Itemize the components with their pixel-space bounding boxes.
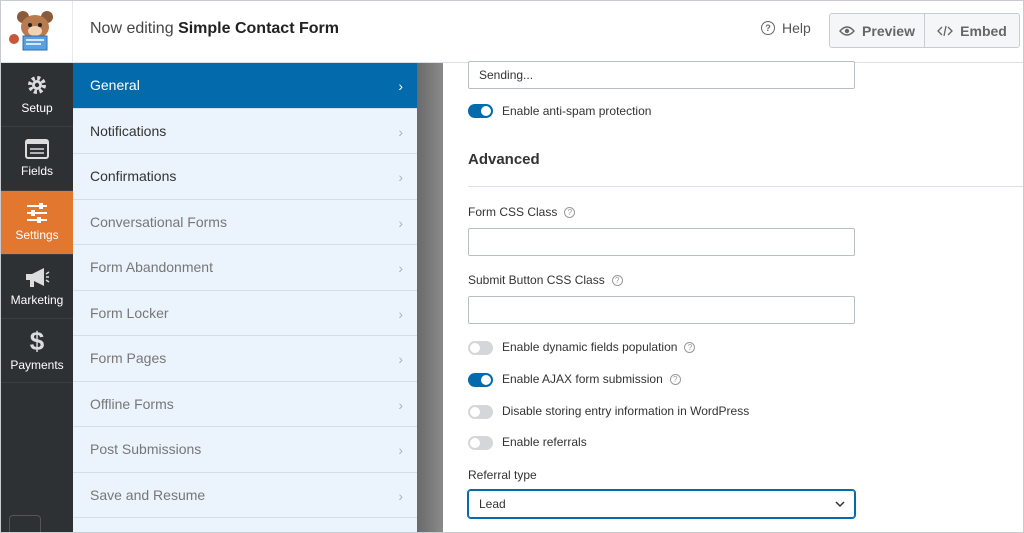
megaphone-icon: [26, 268, 50, 287]
form-css-class-input[interactable]: [468, 228, 855, 256]
settings-item-post-submissions[interactable]: Post Submissions ›: [73, 427, 417, 473]
help-icon[interactable]: ?: [669, 373, 681, 385]
settings-item-notifications[interactable]: Notifications ›: [73, 109, 417, 154]
select-value: Lead: [479, 497, 506, 511]
embed-label: Embed: [960, 22, 1007, 39]
preview-button[interactable]: Preview: [830, 14, 924, 47]
preview-embed-group: Preview Embed: [829, 13, 1020, 48]
settings-item-label: Form Abandonment: [90, 259, 213, 276]
settings-item-label: Form Locker: [90, 304, 169, 321]
panel-gutter: [417, 63, 443, 532]
disable-storing-toggle[interactable]: [468, 405, 493, 419]
eye-icon: [839, 25, 855, 36]
chevron-right-icon: ›: [398, 487, 403, 504]
help-icon[interactable]: ?: [611, 274, 623, 286]
submit-processing-text-input[interactable]: Sending...: [468, 61, 855, 89]
label-text: Submit Button CSS Class: [468, 273, 605, 287]
builder-sidebar: Setup Fields Settings Marketing $ Paymen…: [1, 63, 73, 532]
settings-item-label: Confirmations: [90, 168, 177, 185]
settings-item-label: Post Submissions: [90, 441, 202, 458]
help-label: Help: [782, 20, 811, 36]
top-bar: Now editing Simple Contact Form ? Help P…: [1, 1, 1023, 63]
advanced-heading: Advanced: [468, 151, 540, 168]
sidebar-item-label: Payments: [10, 358, 64, 372]
anti-spam-toggle[interactable]: [468, 104, 493, 118]
sidebar-item-marketing[interactable]: Marketing: [1, 255, 73, 319]
label-text: Form CSS Class: [468, 205, 558, 219]
settings-panel: General › Notifications › Confirmations …: [73, 63, 417, 532]
referral-type-select[interactable]: Lead: [468, 490, 855, 518]
bear-mascot-icon: [9, 11, 53, 51]
question-icon: ?: [761, 21, 775, 35]
help-button[interactable]: ? Help: [761, 20, 811, 36]
help-icon[interactable]: ?: [564, 206, 576, 218]
sliders-icon: [27, 203, 47, 223]
form-name: Simple Contact Form: [178, 20, 339, 37]
ajax-label: Enable AJAX form submission ?: [502, 372, 681, 386]
ajax-toggle[interactable]: [468, 373, 493, 387]
referrals-label: Enable referrals: [502, 435, 587, 449]
dynamic-fields-label: Enable dynamic fields population ?: [502, 340, 696, 354]
referrals-toggle[interactable]: [468, 436, 493, 450]
revisions-icon[interactable]: [9, 515, 41, 532]
sidebar-item-settings[interactable]: Settings: [1, 191, 73, 255]
sidebar-item-label: Marketing: [10, 293, 64, 307]
chevron-right-icon: ›: [398, 214, 403, 231]
settings-item-label: Offline Forms: [90, 395, 174, 412]
gear-icon: [28, 76, 46, 94]
sidebar-item-fields[interactable]: Fields: [1, 127, 73, 191]
dollar-icon: $: [29, 326, 45, 356]
settings-item-form-locker[interactable]: Form Locker ›: [73, 291, 417, 336]
settings-item-label: Form Pages: [90, 350, 167, 367]
sidebar-item-payments[interactable]: $ Payments: [1, 319, 73, 383]
settings-item-form-pages[interactable]: Form Pages ›: [73, 336, 417, 382]
sidebar-item-label: Settings: [15, 228, 59, 242]
anti-spam-label: Enable anti-spam protection: [502, 104, 652, 118]
sidebar-item-label: Fields: [20, 164, 53, 178]
editing-prefix: Now editing: [90, 20, 174, 37]
embed-button[interactable]: Embed: [924, 14, 1019, 47]
chevron-right-icon: ›: [398, 260, 403, 276]
form-css-class-label: Form CSS Class ?: [468, 205, 576, 219]
dynamic-fields-toggle[interactable]: [468, 341, 493, 355]
page-title: Now editing Simple Contact Form: [90, 20, 339, 38]
settings-item-conversational-forms[interactable]: Conversational Forms ›: [73, 200, 417, 245]
settings-item-label: General: [90, 77, 140, 94]
chevron-down-icon: [835, 501, 845, 508]
chevron-right-icon: ›: [398, 351, 403, 367]
form-builder-window: Now editing Simple Contact Form ? Help P…: [0, 0, 1024, 533]
settings-item-general[interactable]: General ›: [73, 63, 417, 109]
settings-item-save-and-resume[interactable]: Save and Resume ›: [73, 473, 417, 518]
settings-item-form-abandonment[interactable]: Form Abandonment ›: [73, 245, 417, 291]
help-icon[interactable]: ?: [684, 341, 696, 353]
disable-storing-label: Disable storing entry information in Wor…: [502, 404, 750, 418]
submit-css-class-label: Submit Button CSS Class ?: [468, 273, 623, 287]
settings-item-label: Notifications: [90, 122, 167, 139]
settings-item-confirmations[interactable]: Confirmations ›: [73, 154, 417, 200]
code-icon: [937, 25, 954, 36]
settings-item-label: Save and Resume: [90, 486, 206, 503]
settings-item-offline-forms[interactable]: Offline Forms ›: [73, 382, 417, 427]
preview-label: Preview: [862, 22, 915, 39]
wpforms-logo[interactable]: [1, 1, 73, 63]
fields-icon: [25, 139, 49, 159]
chevron-right-icon: ›: [398, 123, 403, 140]
settings-content: Sending... Enable anti-spam protection A…: [443, 61, 1023, 532]
settings-item-label: Conversational Forms: [90, 213, 227, 230]
chevron-right-icon: ›: [398, 305, 403, 322]
section-divider: [468, 186, 1023, 187]
sidebar-item-setup[interactable]: Setup: [1, 63, 73, 127]
input-value: Sending...: [479, 68, 534, 82]
chevron-right-icon: ›: [398, 169, 403, 185]
sidebar-item-label: Setup: [21, 101, 53, 115]
chevron-right-icon: ›: [398, 396, 403, 413]
label-text: Enable dynamic fields population: [502, 340, 678, 354]
label-text: Enable AJAX form submission: [502, 372, 663, 386]
submit-css-class-input[interactable]: [468, 296, 855, 324]
referral-type-label: Referral type: [468, 468, 537, 482]
chevron-right-icon: ›: [398, 442, 403, 458]
chevron-right-icon: ›: [398, 78, 403, 94]
